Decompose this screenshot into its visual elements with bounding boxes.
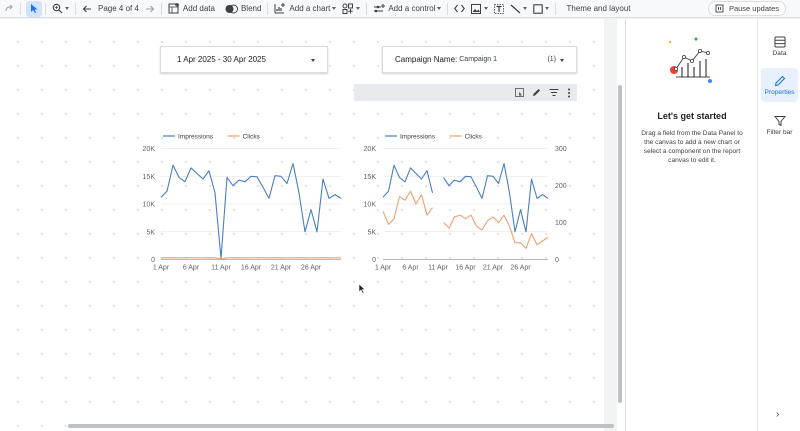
image-icon bbox=[471, 3, 482, 14]
redo-button[interactable] bbox=[0, 0, 17, 18]
rail-item-filter-bar-label: Filter bar bbox=[766, 128, 793, 136]
code-icon bbox=[454, 4, 466, 13]
divider bbox=[75, 2, 76, 15]
filter-lines-icon bbox=[549, 89, 559, 96]
side-rail: Data Properties Filter bar › bbox=[757, 19, 800, 431]
campaign-filter-value: Campaign 1 bbox=[459, 56, 497, 63]
arrow-left-icon bbox=[82, 5, 91, 12]
add-data-button[interactable]: Add data bbox=[165, 0, 218, 18]
more-vert-icon bbox=[568, 88, 570, 97]
rail-item-properties-label: Properties bbox=[764, 88, 795, 96]
rail-item-filter-bar[interactable]: Filter bar bbox=[761, 108, 798, 142]
pause-icon bbox=[715, 4, 724, 13]
divider bbox=[267, 2, 269, 15]
chevron-down-icon bbox=[484, 7, 489, 10]
page-indicator[interactable]: Page 4 of 4 bbox=[95, 0, 142, 18]
more-options-button[interactable] bbox=[567, 88, 571, 98]
date-range-value: 1 Apr 2025 - 30 Apr 2025 bbox=[177, 55, 266, 64]
chevron-down-icon bbox=[437, 7, 442, 10]
panel-description: Drag a field from the Data Panel to the … bbox=[641, 130, 743, 164]
mouse-cursor-icon bbox=[358, 283, 366, 294]
properties-panel: Let's get started Drag a field from the … bbox=[625, 19, 757, 431]
rail-item-data-label: Data bbox=[772, 49, 787, 57]
campaign-filter-count: (1) bbox=[547, 56, 556, 63]
date-range-control[interactable]: 1 Apr 2025 - 30 Apr 2025 bbox=[160, 46, 328, 73]
chevron-down-icon bbox=[523, 7, 528, 10]
community-visualizations-button[interactable] bbox=[339, 0, 363, 18]
pencil-icon bbox=[533, 89, 540, 96]
line-icon bbox=[511, 4, 521, 13]
previous-page-button[interactable] bbox=[79, 0, 95, 18]
chevron-down-icon bbox=[356, 7, 361, 10]
divider bbox=[45, 2, 46, 15]
add-control-button[interactable]: Add a control bbox=[370, 0, 444, 18]
select-tool-button[interactable] bbox=[26, 0, 42, 17]
divider bbox=[447, 2, 449, 15]
theme-layout-button[interactable]: Theme and layout bbox=[563, 0, 633, 18]
image-button[interactable] bbox=[468, 0, 491, 18]
data-table-icon bbox=[774, 36, 785, 47]
rail-item-properties[interactable]: Properties bbox=[761, 68, 798, 102]
add-chart-icon bbox=[274, 3, 286, 14]
canvas-gutter bbox=[604, 19, 617, 431]
vertical-scrollbar[interactable] bbox=[618, 85, 622, 403]
chevron-right-icon[interactable]: › bbox=[776, 409, 779, 420]
add-chart-button[interactable]: Add a chart bbox=[271, 0, 339, 18]
horizontal-scrollbar[interactable] bbox=[68, 424, 614, 428]
line-button[interactable] bbox=[507, 0, 530, 18]
divider bbox=[555, 2, 557, 15]
embed-url-button[interactable] bbox=[451, 0, 468, 18]
chevron-down-icon bbox=[311, 59, 315, 62]
pencil-icon bbox=[774, 75, 785, 86]
rectangle-icon bbox=[533, 3, 544, 14]
chevron-down-icon bbox=[332, 7, 337, 10]
campaign-filter-label: Campaign Name: bbox=[395, 55, 458, 64]
chevron-down-icon bbox=[545, 7, 550, 10]
add-control-label: Add a control bbox=[388, 4, 436, 13]
chevron-down-icon bbox=[65, 7, 69, 10]
components-icon bbox=[342, 3, 354, 14]
campaign-filter-control[interactable]: Campaign Name: Campaign 1 (1) bbox=[382, 46, 577, 73]
arrow-right-icon bbox=[145, 5, 155, 12]
divider bbox=[366, 2, 368, 15]
blend-icon bbox=[225, 4, 238, 13]
zoom-icon bbox=[52, 3, 63, 14]
filter-chart-button[interactable] bbox=[549, 88, 559, 97]
select-icon bbox=[515, 88, 524, 97]
funnel-icon bbox=[773, 115, 786, 126]
add-data-icon bbox=[168, 3, 179, 14]
add-chart-label: Add a chart bbox=[289, 4, 331, 13]
next-page-button[interactable] bbox=[142, 0, 158, 18]
pause-updates-button[interactable]: Pause updates bbox=[707, 1, 786, 16]
text-button[interactable] bbox=[491, 0, 507, 18]
select-chart-button[interactable] bbox=[515, 88, 524, 97]
chart-header-bar bbox=[354, 84, 577, 101]
divider bbox=[160, 2, 162, 15]
redo-icon bbox=[5, 4, 13, 11]
report-canvas-area bbox=[0, 19, 625, 431]
toolbar: Page 4 of 4 Add data Blend Add a chart A… bbox=[0, 0, 800, 18]
add-control-icon bbox=[374, 3, 386, 12]
rail-item-data[interactable]: Data bbox=[761, 29, 798, 63]
chart-illustration-icon bbox=[668, 37, 712, 83]
panel-title: Let's get started bbox=[657, 111, 727, 121]
add-data-label: Add data bbox=[182, 4, 215, 13]
cursor-arrow-icon bbox=[30, 4, 37, 13]
blend-label: Blend bbox=[240, 4, 262, 13]
edit-chart-button[interactable] bbox=[532, 88, 541, 97]
shape-button[interactable] bbox=[530, 0, 552, 18]
zoom-button[interactable] bbox=[49, 0, 72, 18]
pause-updates-label: Pause updates bbox=[728, 4, 779, 13]
text-box-icon bbox=[494, 3, 505, 14]
divider bbox=[20, 2, 21, 15]
blend-button[interactable]: Blend bbox=[222, 0, 264, 18]
chevron-down-icon bbox=[560, 59, 564, 62]
